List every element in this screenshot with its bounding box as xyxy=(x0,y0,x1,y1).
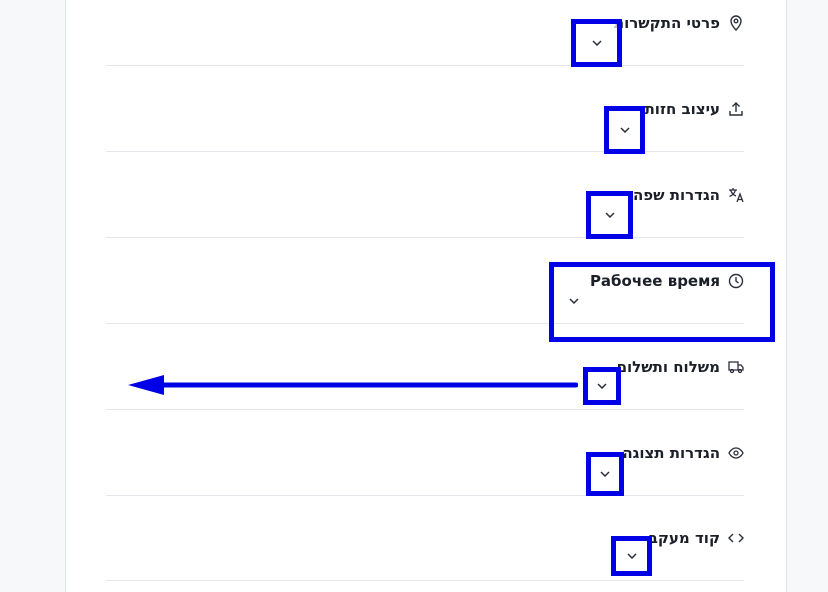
section-contact-details[interactable]: פרטי התקשרות xyxy=(106,0,744,66)
translate-icon xyxy=(728,187,744,203)
section-appearance[interactable]: עיצוב חזות xyxy=(106,66,744,152)
annotation-arrow xyxy=(128,375,578,395)
chevron-down-icon xyxy=(604,209,616,221)
chevron-down-icon xyxy=(591,37,603,49)
chevron-down-icon xyxy=(626,550,638,562)
expand-toggle-contact-details[interactable] xyxy=(571,19,622,67)
code-icon xyxy=(728,530,744,546)
eye-icon xyxy=(728,445,744,461)
truck-icon xyxy=(728,359,744,375)
section-display-settings[interactable]: הגדרות תצוגה xyxy=(106,410,744,496)
expand-toggle-language-settings[interactable] xyxy=(586,191,633,239)
chevron-down-icon[interactable] xyxy=(568,295,580,307)
expand-toggle-appearance[interactable] xyxy=(604,106,645,154)
expand-toggle-shipping-payment[interactable] xyxy=(583,367,621,405)
section-language-settings[interactable]: הגדרות שפה xyxy=(106,152,744,238)
section-label: קוד מעקב xyxy=(648,529,720,547)
section-label: פרטי התקשרות xyxy=(613,14,720,32)
expand-toggle-display-settings[interactable] xyxy=(586,452,624,496)
chevron-down-icon xyxy=(619,124,631,136)
section-label: הגדרות תצוגה xyxy=(622,444,720,462)
section-label: משלוח ותשלום xyxy=(616,358,720,376)
section-label: עיצוב חזות xyxy=(644,100,720,118)
location-pin-icon xyxy=(728,15,744,31)
section-label: הגדרות שפה xyxy=(632,186,720,204)
upload-icon xyxy=(728,101,744,117)
chevron-down-icon xyxy=(599,468,611,480)
expand-toggle-tracking-code[interactable] xyxy=(611,536,652,576)
chevron-down-icon xyxy=(596,380,608,392)
highlight-working-hours xyxy=(549,262,775,342)
